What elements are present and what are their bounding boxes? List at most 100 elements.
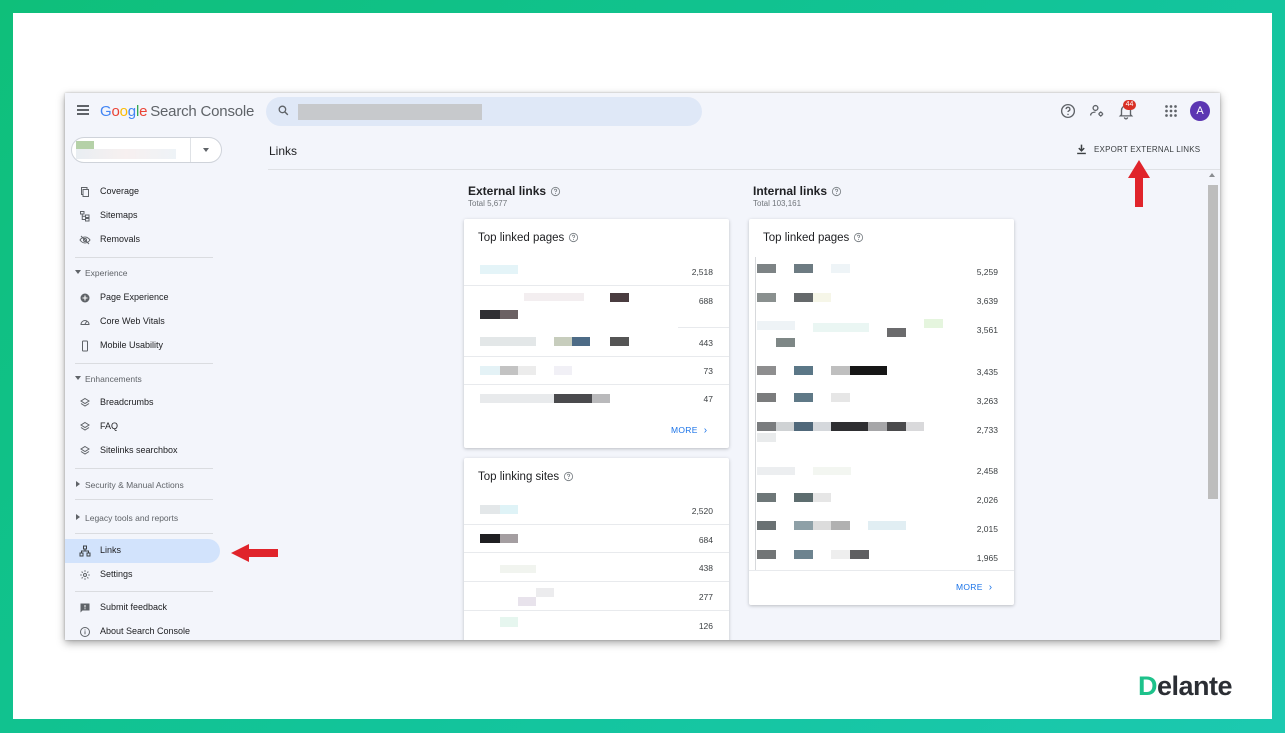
internal-pages-more-link[interactable]: MORE ›	[956, 582, 992, 593]
table-row[interactable]: 2,518	[464, 257, 729, 286]
sidebar-section-experience[interactable]: Experience	[65, 264, 220, 282]
help-icon[interactable]	[568, 232, 579, 243]
expand-caret-icon	[76, 514, 80, 520]
sidebar-item-links[interactable]: Links	[65, 539, 220, 563]
info-icon	[80, 627, 90, 637]
sidebar-item-label: Sitemaps	[100, 210, 138, 220]
property-selector[interactable]	[71, 137, 222, 163]
table-row[interactable]: 3,263	[749, 386, 1014, 415]
property-name-redacted	[76, 149, 176, 159]
redacted-url	[480, 337, 536, 346]
help-icon[interactable]	[550, 186, 561, 197]
menu-icon[interactable]	[77, 105, 89, 115]
scroll-up-arrow-icon[interactable]	[1209, 173, 1215, 177]
search-icon	[278, 105, 289, 116]
logo-letter: D	[1138, 671, 1158, 701]
scrollbar-thumb[interactable]	[1208, 185, 1218, 499]
sidebar-item-page-experience[interactable]: Page Experience	[65, 286, 220, 310]
sidebar-item-sitemaps[interactable]: Sitemaps	[65, 204, 220, 228]
redacted-url	[757, 321, 795, 330]
property-favicon-redacted	[76, 141, 94, 149]
page-title: Links	[269, 144, 298, 158]
table-row[interactable]: 2,026	[749, 485, 1014, 514]
table-row[interactable]: 73	[464, 357, 729, 385]
table-row[interactable]: 2,458	[749, 456, 1014, 485]
sidebar-item-about[interactable]: About Search Console	[65, 620, 220, 640]
main-scrollbar[interactable]	[1206, 173, 1220, 640]
redacted-url	[813, 293, 831, 302]
sidebar-divider	[75, 363, 213, 364]
sidebar-item-breadcrumbs[interactable]: Breadcrumbs	[65, 391, 220, 415]
table-row[interactable]: 1,965	[749, 543, 1014, 571]
link-count: 3,435	[976, 367, 998, 377]
table-row[interactable]: 2,733	[749, 415, 1014, 456]
external-links-title: External links	[468, 184, 547, 198]
chevron-right-icon: ›	[703, 425, 708, 436]
sidebar-item-label: Core Web Vitals	[100, 316, 165, 326]
sidebar-item-settings[interactable]: Settings	[65, 563, 220, 587]
chevron-down-icon[interactable]	[203, 148, 209, 152]
table-row[interactable]: 3,639	[749, 286, 1014, 315]
sidebar-section-legacy[interactable]: Legacy tools and reports	[65, 509, 220, 527]
search-input-redacted[interactable]	[298, 104, 482, 120]
sidebar-item-removals[interactable]: Removals	[65, 228, 220, 252]
gear-icon	[80, 570, 90, 580]
account-avatar[interactable]: A	[1190, 101, 1210, 121]
table-row[interactable]: 2,015	[749, 514, 1014, 543]
sidebar-item-mobile-usability[interactable]: Mobile Usability	[65, 334, 220, 358]
redacted-url	[924, 319, 943, 328]
sidebar-item-faq[interactable]: FAQ	[65, 415, 220, 439]
url-inspection-search[interactable]	[266, 97, 702, 126]
annotation-arrow-left-icon	[231, 544, 278, 562]
sidebar-item-submit-feedback[interactable]: Submit feedback	[65, 596, 220, 620]
apps-grid-icon[interactable]	[1162, 102, 1180, 120]
sidebar-item-label: Submit feedback	[100, 602, 168, 612]
coverage-icon	[81, 187, 89, 197]
table-row[interactable]: 688	[464, 286, 729, 328]
expand-caret-icon	[76, 481, 80, 487]
sidebar-divider	[75, 468, 213, 469]
link-count: 2,520	[691, 506, 713, 516]
redacted-domain	[480, 534, 500, 543]
card-title: Top linked pages	[763, 232, 864, 244]
table-row[interactable]: 438	[464, 553, 729, 582]
redacted-url	[554, 394, 592, 403]
redacted-url	[794, 521, 813, 530]
search-console-logo[interactable]: Google Search Console	[100, 103, 254, 120]
table-row[interactable]: 2,520	[464, 496, 729, 525]
redacted-url	[794, 493, 813, 502]
help-icon[interactable]	[853, 232, 864, 243]
logo-letter: G	[100, 103, 112, 120]
sidebar-item-label: About Search Console	[100, 626, 191, 636]
link-count: 47	[703, 394, 713, 404]
help-icon[interactable]	[1059, 102, 1077, 120]
delante-logo: Delante	[1138, 671, 1233, 702]
table-row[interactable]: 3,561	[749, 315, 1014, 357]
redacted-domain	[518, 597, 536, 606]
layers-icon	[80, 397, 90, 407]
table-row[interactable]: 684	[464, 525, 729, 553]
help-icon[interactable]	[831, 186, 842, 197]
redacted-url	[831, 550, 850, 559]
sidebar-item-coverage[interactable]: Coverage	[65, 180, 220, 204]
sidebar-item-core-web-vitals[interactable]: Core Web Vitals	[65, 310, 220, 334]
sidebar-section-label: Enhancements	[85, 374, 142, 384]
table-row[interactable]: 277	[464, 582, 729, 611]
redacted-url	[813, 493, 831, 502]
external-top-linked-pages-card: Top linked pages 2,518 688 443 73 47 MOR…	[464, 219, 729, 448]
help-icon[interactable]	[563, 471, 574, 482]
sidebar-section-enhancements[interactable]: Enhancements	[65, 370, 220, 388]
sidebar-item-sitelinks-searchbox[interactable]: Sitelinks searchbox	[65, 439, 220, 463]
link-count: 2,518	[691, 267, 713, 277]
manage-users-icon[interactable]	[1088, 102, 1106, 120]
link-count: 2,015	[976, 524, 998, 534]
table-row[interactable]: 3,435	[749, 357, 1014, 386]
table-row[interactable]: 5,259	[749, 257, 1014, 286]
sidebar-item-label: Links	[100, 545, 122, 555]
table-row[interactable]: 126	[464, 611, 729, 640]
table-row[interactable]: 47	[464, 385, 729, 413]
external-pages-more-link[interactable]: MORE ›	[671, 425, 707, 436]
table-row[interactable]: 443	[464, 328, 729, 357]
redacted-url	[868, 521, 906, 530]
sidebar-section-security[interactable]: Security & Manual Actions	[65, 476, 220, 494]
